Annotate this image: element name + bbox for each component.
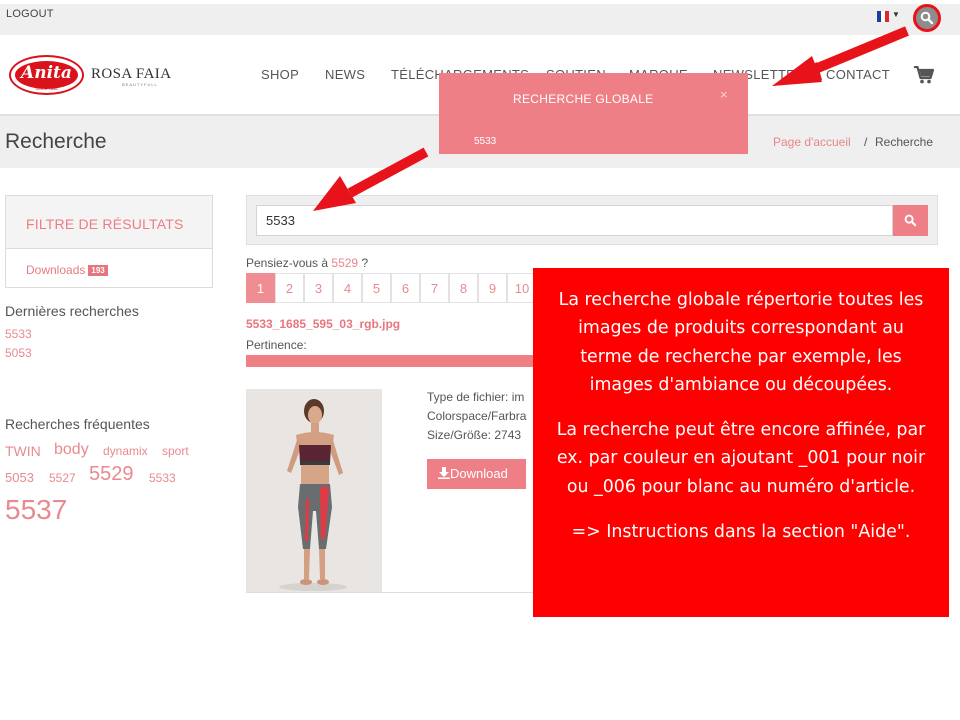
results-filter-header: FILTRE DE RÉSULTATS xyxy=(6,196,212,249)
annotation-callout: La recherche globale répertorie toutes l… xyxy=(533,268,949,617)
pagination-page[interactable]: 9 xyxy=(478,273,507,303)
product-image[interactable] xyxy=(246,389,382,592)
size-meta: Size/Größe: 2743 xyxy=(427,428,522,442)
language-caret-icon[interactable]: ▼ xyxy=(892,10,900,19)
pagination-page[interactable]: 5 xyxy=(362,273,391,303)
anita-logo-since: SINCE 1886 xyxy=(35,86,58,91)
result-file-name[interactable]: 5533_1685_595_03_rgb.jpg xyxy=(246,317,400,331)
download-icon xyxy=(438,467,450,479)
frequent-tag[interactable]: 5533 xyxy=(149,471,176,485)
frequent-tag[interactable]: TWIN xyxy=(5,443,41,459)
results-filter: FILTRE DE RÉSULTATS Downloads 193 xyxy=(5,195,213,288)
search-submit-button[interactable] xyxy=(893,205,928,236)
pagination-page[interactable]: 8 xyxy=(449,273,478,303)
search-input[interactable]: 5533 xyxy=(256,205,893,236)
frequent-tag[interactable]: body xyxy=(54,441,89,459)
filter-item-downloads[interactable]: Downloads 193 xyxy=(26,263,108,277)
logout-link[interactable]: LOGOUT xyxy=(6,8,54,20)
cart-icon[interactable] xyxy=(914,65,935,89)
relevance-bar xyxy=(246,355,534,367)
result-divider xyxy=(246,592,534,593)
callout-paragraph: => Instructions dans la section "Aide". xyxy=(571,522,911,543)
search-bar: 5533 xyxy=(246,195,938,245)
did-you-mean-link[interactable]: 5529 xyxy=(331,256,358,270)
frequent-searches-title: Recherches fréquentes xyxy=(5,416,150,432)
anita-logo[interactable]: Anita SINCE 1886 xyxy=(9,55,84,95)
frequent-tag[interactable]: 5053 xyxy=(5,470,34,485)
did-you-mean-prefix: Pensiez-vous à xyxy=(246,256,329,270)
did-you-mean: Pensiez-vous à 5529 ? xyxy=(246,256,368,270)
filter-count-badge: 193 xyxy=(88,265,108,276)
frequent-tag[interactable]: 5537 xyxy=(5,494,67,526)
global-search-title: RECHERCHE GLOBALE xyxy=(513,92,654,106)
rosa-faia-tagline: BEAUTYFULL xyxy=(122,82,158,87)
frequent-tag[interactable]: 5527 xyxy=(49,471,76,485)
did-you-mean-suffix: ? xyxy=(361,256,369,270)
global-search-button[interactable] xyxy=(913,4,941,32)
pagination-page[interactable]: 3 xyxy=(304,273,333,303)
recent-searches-title: Dernières recherches xyxy=(5,303,139,319)
search-icon xyxy=(904,214,917,227)
frequent-tag[interactable]: 5529 xyxy=(89,463,134,486)
pagination-page[interactable]: 6 xyxy=(391,273,420,303)
breadcrumb-home[interactable]: Page d'accueil xyxy=(773,135,851,149)
filter-item-label: Downloads xyxy=(26,263,86,277)
top-utility-bar xyxy=(0,4,960,35)
page-title: Recherche xyxy=(5,130,107,153)
pagination-page[interactable]: 1 xyxy=(246,273,275,303)
close-icon[interactable]: × xyxy=(720,87,728,102)
nav-contact[interactable]: CONTACT xyxy=(826,67,890,82)
nav-news[interactable]: NEWS xyxy=(325,67,365,82)
callout-paragraph: La recherche globale répertorie toutes l… xyxy=(558,290,924,395)
breadcrumb-separator: / xyxy=(864,135,868,149)
pagination-page[interactable]: 7 xyxy=(420,273,449,303)
download-button[interactable]: Download xyxy=(427,459,526,489)
frequent-tag[interactable]: sport xyxy=(162,444,189,458)
download-label: Download xyxy=(450,466,508,481)
nav-shop[interactable]: SHOP xyxy=(261,67,299,82)
recent-search-item[interactable]: 5053 xyxy=(5,346,32,360)
global-search-input[interactable]: 5533 xyxy=(474,136,496,147)
results-filter-title: FILTRE DE RÉSULTATS xyxy=(26,216,184,232)
pagination-page[interactable]: 4 xyxy=(333,273,362,303)
recent-search-item[interactable]: 5533 xyxy=(5,327,32,341)
search-icon xyxy=(920,11,934,25)
file-type-meta: Type de fichier: im xyxy=(427,390,525,404)
colorspace-meta: Colorspace/Farbra xyxy=(427,409,527,423)
frequent-tag[interactable]: dynamix xyxy=(103,444,148,458)
callout-paragraph: La recherche peut être encore affinée, p… xyxy=(556,420,926,497)
pagination-page[interactable]: 2 xyxy=(275,273,304,303)
anita-logo-wordmark: Anita xyxy=(15,61,78,89)
breadcrumb-current: Recherche xyxy=(875,135,934,149)
french-flag-icon[interactable] xyxy=(877,11,889,22)
relevance-label: Pertinence: xyxy=(246,338,307,352)
rosa-faia-logo[interactable]: ROSA FAIA xyxy=(91,66,171,83)
global-search-panel: RECHERCHE GLOBALE × 5533 xyxy=(439,73,748,154)
